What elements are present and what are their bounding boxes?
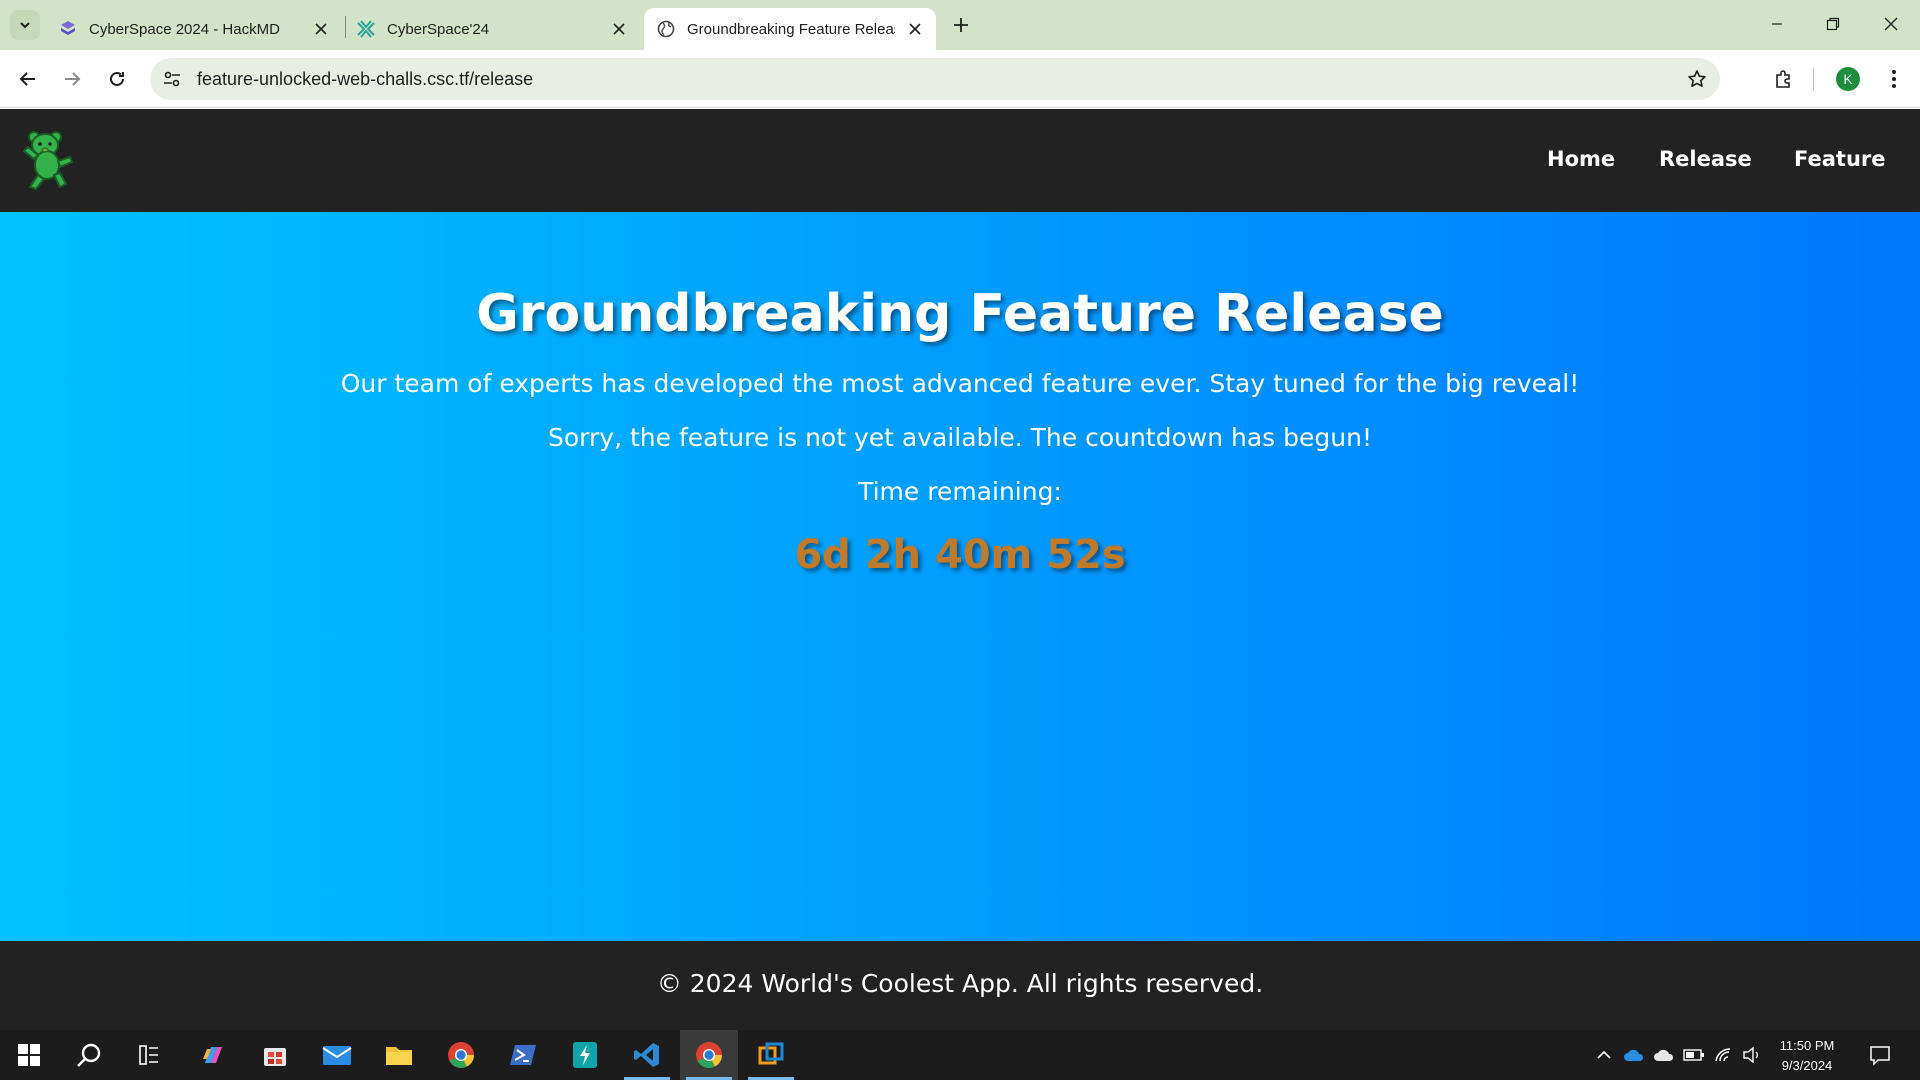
windows-icon <box>18 1044 40 1066</box>
globe-icon <box>656 19 676 39</box>
chrome-app-active[interactable] <box>680 1030 738 1080</box>
chrome-icon <box>696 1042 722 1068</box>
site-settings-icon[interactable] <box>162 69 182 89</box>
minimize-icon <box>1772 23 1782 25</box>
tab-title: CyberSpace'24 <box>387 20 490 38</box>
onedrive-tray[interactable] <box>1622 1043 1646 1067</box>
new-tab-button[interactable] <box>946 10 976 40</box>
clock-date: 9/3/2024 <box>1781 1058 1833 1073</box>
puzzle-icon <box>1776 70 1790 88</box>
terminal-app[interactable] <box>556 1030 614 1080</box>
taskbar-clock[interactable]: 11:50 PM 9/3/2024 <box>1770 1036 1844 1076</box>
browser-toolbar: feature-unlocked-web-challs.csc.tf/relea… <box>0 50 1920 108</box>
forward-button[interactable] <box>56 63 88 95</box>
notification-icon <box>1870 1046 1890 1066</box>
tab-strip: CyberSpace 2024 - HackMD CyberSpace'24 G… <box>0 0 1920 50</box>
ctfd-icon <box>356 19 376 39</box>
address-bar[interactable]: feature-unlocked-web-challs.csc.tf/relea… <box>150 58 1720 100</box>
intro-text: Our team of experts has developed the mo… <box>340 369 1580 398</box>
reload-button[interactable] <box>101 63 133 95</box>
vscode-icon <box>634 1043 659 1067</box>
vmware-icon <box>758 1042 784 1065</box>
tab-title: CyberSpace 2024 - HackMD <box>89 20 280 38</box>
task-view-button[interactable] <box>120 1030 178 1080</box>
page-title: Groundbreaking Feature Release <box>476 284 1444 344</box>
site-footer: © 2024 World's Coolest App. All rights r… <box>0 941 1920 1030</box>
reload-icon <box>110 71 124 86</box>
speaker-icon <box>1743 1047 1758 1063</box>
tab-feature-release[interactable]: Groundbreaking Feature Releas <box>644 8 936 50</box>
nav-feature-link[interactable]: Feature <box>1794 147 1886 171</box>
nav-release-link[interactable]: Release <box>1659 147 1752 171</box>
battery-tray[interactable] <box>1682 1043 1706 1067</box>
availability-notice: Sorry, the feature is not yet available.… <box>548 423 1372 452</box>
store-icon <box>264 1048 286 1066</box>
chevron-up-icon <box>1597 1050 1611 1059</box>
copilot-icon <box>203 1047 222 1063</box>
tab-cyberspace[interactable]: CyberSpace'24 <box>356 8 640 50</box>
chrome-icon <box>448 1042 474 1068</box>
battery-icon <box>1683 1049 1704 1061</box>
bear-logo[interactable] <box>20 129 78 191</box>
extensions-button[interactable] <box>1768 63 1800 95</box>
close-tab-icon[interactable] <box>906 20 924 38</box>
hero-section: Groundbreaking Feature Release Our team … <box>0 212 1920 941</box>
cloud-icon <box>1654 1049 1674 1061</box>
copyright-text: © 2024 World's Coolest App. All rights r… <box>656 969 1264 998</box>
mail-icon <box>322 1046 352 1065</box>
clock-time: 11:50 PM <box>1779 1038 1835 1053</box>
onedrive-personal-tray[interactable] <box>1652 1043 1676 1067</box>
hackmd-icon <box>58 19 78 39</box>
close-tab-icon[interactable] <box>312 20 330 38</box>
cloud-icon <box>1624 1049 1644 1061</box>
vscode-app[interactable] <box>618 1030 676 1080</box>
folder-icon <box>386 1047 412 1065</box>
chrome-app[interactable] <box>432 1030 490 1080</box>
volume-tray[interactable] <box>1740 1043 1764 1067</box>
copilot-app[interactable] <box>184 1030 242 1080</box>
plus-icon <box>954 18 968 32</box>
tab-divider <box>345 16 346 38</box>
chevron-down-icon <box>20 22 30 29</box>
browser-menu-button[interactable] <box>1878 63 1910 95</box>
taskbar: 11:50 PM 9/3/2024 <box>0 1030 1920 1080</box>
restore-icon <box>1826 17 1840 31</box>
nav-home-link[interactable]: Home <box>1547 147 1615 171</box>
search-icon <box>77 1043 101 1067</box>
profile-avatar[interactable]: K <box>1836 67 1860 91</box>
wifi-tray[interactable] <box>1712 1043 1736 1067</box>
arrow-left-icon <box>19 72 35 86</box>
tab-hackmd[interactable]: CyberSpace 2024 - HackMD <box>58 8 342 50</box>
toolbar-divider <box>1813 68 1814 90</box>
mail-app[interactable] <box>308 1030 366 1080</box>
task-view-icon <box>139 1045 158 1065</box>
tab-search-button[interactable] <box>10 10 40 40</box>
powershell-icon <box>510 1045 536 1065</box>
countdown-timer: 6d 2h 40m 52s <box>794 532 1126 578</box>
search-button[interactable] <box>60 1030 118 1080</box>
tab-title: Groundbreaking Feature Releas <box>687 20 895 38</box>
time-remaining-label: Time remaining: <box>858 477 1062 506</box>
show-hidden-icons-button[interactable] <box>1592 1043 1616 1067</box>
store-app[interactable] <box>246 1030 304 1080</box>
close-icon <box>1884 17 1898 31</box>
bookmark-star-icon[interactable] <box>1686 68 1708 90</box>
vmware-app[interactable] <box>742 1030 800 1080</box>
restore-button[interactable] <box>1804 0 1862 48</box>
wifi-icon <box>1715 1048 1731 1062</box>
site-header: Home Release Feature <box>0 109 1920 212</box>
start-button[interactable] <box>0 1030 58 1080</box>
notifications-button[interactable] <box>1868 1043 1892 1067</box>
close-tab-icon[interactable] <box>610 20 628 38</box>
powershell-app[interactable] <box>494 1030 552 1080</box>
back-button[interactable] <box>12 63 44 95</box>
close-window-button[interactable] <box>1862 0 1920 48</box>
file-explorer-app[interactable] <box>370 1030 428 1080</box>
minimize-button[interactable] <box>1748 0 1806 48</box>
url-text: feature-unlocked-web-challs.csc.tf/relea… <box>197 69 534 89</box>
arrow-right-icon <box>65 72 81 86</box>
bolt-icon <box>573 1042 597 1068</box>
more-vert-icon <box>1892 70 1896 88</box>
